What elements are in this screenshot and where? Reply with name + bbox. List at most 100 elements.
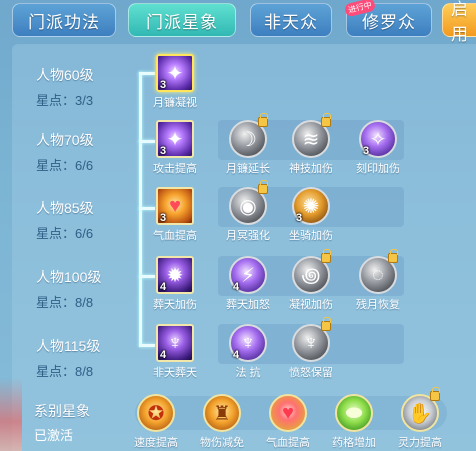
tab-sect-stars[interactable]: 门派星象: [128, 3, 236, 37]
purple-claw-icon: ✦ 3: [156, 54, 194, 92]
skill-slot[interactable]: ◌ 残月恢复: [346, 249, 410, 312]
lock-icon: [321, 113, 331, 127]
skill-slot[interactable]: ◉ 月冥强化: [216, 180, 280, 243]
row-label: 人物100级 星点：8/8: [36, 267, 101, 311]
skill-slot[interactable]: ꩜ 凝视加伤: [279, 249, 343, 312]
lock-icon: [258, 180, 268, 194]
series-skill[interactable]: ✋ 灵力提高: [388, 387, 452, 450]
tab-xiuluo[interactable]: 进行中 修罗众: [343, 0, 432, 37]
level-label: 人物100级: [36, 269, 102, 285]
potion-glyph: ⬬: [345, 401, 363, 424]
grey-moon-icon: ◌: [359, 249, 398, 294]
skill-slot[interactable]: ♆ 愤怒保留: [279, 317, 343, 380]
heart-icon: ♥: [269, 394, 307, 432]
grey-claw-icon: ≋: [292, 113, 331, 158]
skill-slot[interactable]: ✦ 3 攻击提高: [143, 120, 207, 176]
skill-count: 3: [160, 212, 167, 224]
skill-slot[interactable]: ⚡ 4 葬天加怒: [216, 256, 280, 312]
spirit-icon: ✋: [401, 387, 440, 432]
purple-claw-icon: ✦ 3: [156, 120, 194, 158]
purple-beast-icon: ✹ 4: [156, 256, 194, 294]
skill-count: 4: [233, 281, 240, 293]
skill-name: 神技加伤: [289, 163, 333, 175]
speed-icon: ✪: [137, 394, 175, 432]
level-label: 人物85级: [36, 200, 94, 216]
row-label: 人物70级 星点：6/6: [36, 130, 94, 174]
level-label: 人物60级: [36, 67, 94, 83]
skill-name: 气血提高: [153, 230, 197, 242]
skill-name: 葬天加怒: [226, 299, 270, 311]
skill-count: 3: [296, 212, 303, 224]
tab-feitian[interactable]: 非天众: [250, 3, 332, 37]
skill-slot[interactable]: ☽ 月镰延长: [216, 113, 280, 176]
skill-slot[interactable]: ♥ 3 气血提高: [143, 187, 207, 243]
star-points: 星点：8/8: [36, 364, 94, 379]
series-status: 已激活: [34, 428, 74, 443]
tab-enable[interactable]: 启用: [442, 0, 476, 44]
skill-slot[interactable]: ≋ 神技加伤: [279, 113, 343, 176]
skill-count: 3: [160, 79, 167, 91]
skill-slot[interactable]: ♆ 4 法 抗: [216, 324, 280, 380]
series-skill[interactable]: ⬬ 药格增加: [322, 394, 386, 450]
series-skill[interactable]: ✪ 速度提高: [124, 394, 188, 450]
moon-glyph: ◌: [372, 263, 384, 286]
lock-icon: [258, 113, 268, 127]
sickle-glyph: ☽: [239, 128, 257, 151]
row-label: 人物85级 星点：6/6: [36, 198, 94, 242]
series-skill[interactable]: ♥ 气血提高: [256, 394, 320, 450]
star-points: 星点：3/3: [36, 93, 94, 108]
skill-name: 刻印加伤: [356, 163, 400, 175]
shield-glyph: ♜: [213, 402, 231, 425]
claw-glyph: ≋: [302, 128, 320, 151]
lock-icon: [388, 249, 398, 263]
skill-name: 灵力提高: [398, 437, 442, 449]
lock-icon: [430, 387, 440, 401]
heart-glyph: ♥: [282, 401, 294, 424]
skill-slot[interactable]: ✧ 3 刻印加伤: [346, 120, 410, 176]
purple-slash-icon: ⚡ 4: [229, 256, 267, 294]
skill-slot[interactable]: ✦ 3 月镰凝视: [143, 54, 207, 110]
level-label: 人物70级: [36, 132, 94, 148]
skill-name: 凝视加伤: [289, 299, 333, 311]
skill-name: 月冥强化: [226, 230, 270, 242]
row-label: 人物115级 星点：8/8: [36, 336, 100, 380]
grey-swirl-icon: ꩜: [292, 249, 331, 294]
skill-name: 法 抗: [235, 367, 261, 379]
skill-name: 非天葬天: [153, 367, 197, 379]
orb-glyph: ◉: [239, 195, 257, 218]
purple-demon-icon: ♆ 4: [156, 324, 194, 362]
skill-name: 残月恢复: [356, 299, 400, 311]
skill-slot[interactable]: ✺ 3 坐骑加伤: [279, 187, 343, 243]
star-points: 星点：6/6: [36, 226, 94, 241]
skill-name: 气血提高: [266, 437, 310, 449]
skill-name: 葬天加伤: [153, 299, 197, 311]
skill-count: 4: [233, 349, 240, 361]
skill-count: 4: [160, 349, 167, 361]
star-points: 星点：6/6: [36, 158, 94, 173]
skill-slot[interactable]: ♆ 4 非天葬天: [143, 324, 207, 380]
grey-demon-icon: ♆: [292, 317, 331, 362]
swirl-glyph: ꩜: [301, 264, 321, 287]
skill-slot[interactable]: ✹ 4 葬天加伤: [143, 256, 207, 312]
skill-name: 坐骑加伤: [289, 230, 333, 242]
skill-name: 月镰凝视: [153, 97, 197, 109]
purple-demon-icon: ♆ 4: [229, 324, 267, 362]
gold-beast-icon: ✺ 3: [292, 187, 330, 225]
skill-count: 3: [160, 145, 167, 157]
lock-icon: [321, 317, 331, 331]
row-label: 人物60级 星点：3/3: [36, 65, 94, 109]
level-label: 人物115级: [36, 338, 101, 354]
tab-sect-skills[interactable]: 门派功法: [12, 3, 116, 37]
decoration-ribbon: [0, 378, 22, 451]
purple-rune-icon: ✧ 3: [359, 120, 397, 158]
series-skill[interactable]: ♜ 物伤减免: [190, 394, 254, 450]
star-points: 星点：8/8: [36, 295, 94, 310]
skill-count: 4: [160, 281, 167, 293]
skill-name: 物伤减免: [200, 437, 244, 449]
skill-name: 愤怒保留: [289, 367, 333, 379]
potion-icon: ⬬: [335, 394, 373, 432]
series-title: 系别星象: [34, 403, 90, 419]
demon-glyph: ♆: [303, 331, 319, 354]
skill-name: 速度提高: [134, 437, 178, 449]
physical-shield-icon: ♜: [203, 394, 241, 432]
